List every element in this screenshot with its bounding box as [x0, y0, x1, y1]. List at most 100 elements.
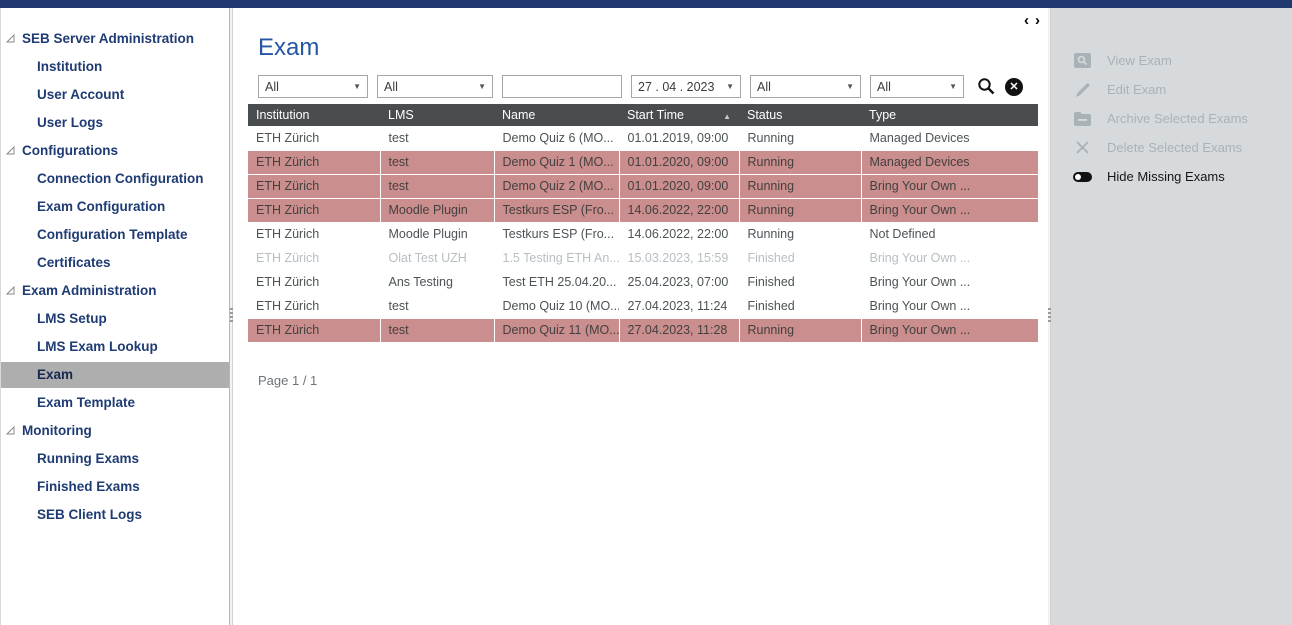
cell-lms: Moodle Plugin [380, 222, 494, 246]
action-label: Delete Selected Exams [1107, 140, 1242, 155]
sidebar-item-label: User Logs [37, 115, 103, 130]
view-exam-button[interactable]: View Exam [1051, 46, 1292, 75]
table-row-selected[interactable]: ETH Zürich test Demo Quiz 2 (MO... 01.01… [248, 174, 1038, 198]
clear-filter-button[interactable]: ✕ [1005, 78, 1023, 96]
sidebar-item-running-exams[interactable]: Running Exams [1, 446, 229, 472]
name-filter-input[interactable] [509, 80, 615, 94]
action-label: View Exam [1107, 53, 1172, 68]
start-time-filter-date[interactable]: 27 . 04 . 2023 ▼ [631, 75, 741, 98]
toggle-icon [1073, 172, 1092, 182]
type-filter-value: All [877, 80, 891, 94]
apply-filter-button[interactable] [977, 77, 996, 96]
sidebar-item-label: LMS Exam Lookup [37, 339, 158, 354]
search-icon [977, 77, 996, 96]
sidebar-item-finished-exams[interactable]: Finished Exams [1, 474, 229, 500]
tree-expand-icon[interactable] [6, 34, 15, 43]
delete-selected-exams-button[interactable]: Delete Selected Exams [1051, 133, 1292, 162]
type-filter-select[interactable]: All ▼ [870, 75, 964, 98]
chevron-down-icon: ▼ [949, 82, 957, 91]
hide-missing-exams-toggle[interactable]: Hide Missing Exams [1051, 162, 1292, 191]
chevron-down-icon: ▼ [846, 82, 854, 91]
archive-folder-icon [1073, 112, 1092, 126]
filter-row: All ▼ All ▼ 27 . 04 . 2023 ▼ All ▼ All ▼ [258, 75, 1048, 98]
table-row-selected[interactable]: ETH Zürich Moodle Plugin Testkurs ESP (F… [248, 198, 1038, 222]
cell-lms: Moodle Plugin [380, 198, 494, 222]
chevron-down-icon: ▼ [353, 82, 361, 91]
sidebar-item-lms-setup[interactable]: LMS Setup [1, 306, 229, 332]
cell-type: Managed Devices [861, 150, 1038, 174]
cell-lms: test [380, 150, 494, 174]
sidebar-item-label: Running Exams [37, 451, 139, 466]
sidebar-item-label: Connection Configuration [37, 171, 203, 186]
table-row[interactable]: ETH Zürich test Demo Quiz 10 (MO... 27.0… [248, 294, 1038, 318]
sidebar-section-configurations[interactable]: Configurations [1, 138, 229, 164]
sidebar-item-connection-configuration[interactable]: Connection Configuration [1, 166, 229, 192]
cell-lms: test [380, 294, 494, 318]
cell-status: Running [739, 222, 861, 246]
cell-institution: ETH Zürich [248, 246, 380, 270]
sidebar-item-user-logs[interactable]: User Logs [1, 110, 229, 136]
cell-start-time: 01.01.2019, 09:00 [619, 126, 739, 150]
column-header-start-time[interactable]: Start Time ▲ [619, 104, 739, 126]
tab-scroll-left-icon[interactable]: ‹ [1024, 14, 1029, 28]
sidebar-item-label: Exam Configuration [37, 199, 165, 214]
cell-start-time: 01.01.2020, 09:00 [619, 150, 739, 174]
tab-scroll-right-icon[interactable]: › [1035, 14, 1040, 28]
cell-institution: ETH Zürich [248, 318, 380, 342]
sidebar-item-exam-configuration[interactable]: Exam Configuration [1, 194, 229, 220]
table-row-selected[interactable]: ETH Zürich test Demo Quiz 1 (MO... 01.01… [248, 150, 1038, 174]
action-panel-splitter[interactable] [1048, 8, 1051, 625]
cell-institution: ETH Zürich [248, 222, 380, 246]
splitter-grip-icon [1048, 308, 1051, 322]
archive-selected-exams-button[interactable]: Archive Selected Exams [1051, 104, 1292, 133]
table-header-row: Institution LMS Name Start Time ▲ Status… [248, 104, 1038, 126]
sidebar-item-seb-client-logs[interactable]: SEB Client Logs [1, 502, 229, 528]
column-header-lms[interactable]: LMS [380, 104, 494, 126]
status-filter-value: All [757, 80, 771, 94]
lms-filter-select[interactable]: All ▼ [377, 75, 493, 98]
cell-status: Running [739, 198, 861, 222]
close-icon [1073, 141, 1092, 154]
tree-expand-icon[interactable] [6, 286, 15, 295]
action-panel: View Exam Edit Exam Archive Selected Exa… [1051, 8, 1292, 625]
cell-type: Bring Your Own ... [861, 174, 1038, 198]
view-magnifier-icon [1073, 53, 1092, 68]
status-filter-select[interactable]: All ▼ [750, 75, 861, 98]
cell-lms: test [380, 126, 494, 150]
column-header-type[interactable]: Type [861, 104, 1038, 126]
table-row[interactable]: ETH Zürich test Demo Quiz 6 (MO... 01.01… [248, 126, 1038, 150]
edit-exam-button[interactable]: Edit Exam [1051, 75, 1292, 104]
institution-filter-select[interactable]: All ▼ [258, 75, 368, 98]
table-row[interactable]: ETH Zürich Ans Testing Test ETH 25.04.20… [248, 270, 1038, 294]
column-header-status[interactable]: Status [739, 104, 861, 126]
tree-expand-icon[interactable] [6, 426, 15, 435]
sidebar-item-label: Exam [37, 367, 73, 382]
column-header-name[interactable]: Name [494, 104, 619, 126]
sidebar-item-exam-selected[interactable]: Exam [1, 362, 229, 388]
sidebar-item-configuration-template[interactable]: Configuration Template [1, 222, 229, 248]
action-label: Edit Exam [1107, 82, 1166, 97]
sidebar-item-lms-exam-lookup[interactable]: LMS Exam Lookup [1, 334, 229, 360]
table-row[interactable]: ETH Zürich Moodle Plugin Testkurs ESP (F… [248, 222, 1038, 246]
cell-institution: ETH Zürich [248, 126, 380, 150]
table-row-selected[interactable]: ETH Zürich test Demo Quiz 11 (MO... 27.0… [248, 318, 1038, 342]
sidebar-item-certificates[interactable]: Certificates [1, 250, 229, 276]
table-row-missing[interactable]: ETH Zürich Olat Test UZH 1.5 Testing ETH… [248, 246, 1038, 270]
navigation-sidebar: SEB Server Administration Institution Us… [1, 8, 230, 625]
cell-status: Finished [739, 270, 861, 294]
sidebar-section-label: SEB Server Administration [22, 31, 194, 46]
cell-start-time: 01.01.2020, 09:00 [619, 174, 739, 198]
sidebar-item-exam-template[interactable]: Exam Template [1, 390, 229, 416]
sidebar-section-exam-administration[interactable]: Exam Administration [1, 278, 229, 304]
sidebar-item-institution[interactable]: Institution [1, 54, 229, 80]
sidebar-section-monitoring[interactable]: Monitoring [1, 418, 229, 444]
sidebar-section-label: Exam Administration [22, 283, 157, 298]
column-header-institution[interactable]: Institution [248, 104, 380, 126]
main-content: ‹ › Exam All ▼ All ▼ 27 . 04 . 2023 ▼ Al… [233, 8, 1048, 625]
cell-start-time: 27.04.2023, 11:24 [619, 294, 739, 318]
sidebar-section-seb-server-administration[interactable]: SEB Server Administration [1, 26, 229, 52]
sidebar-item-label: Configuration Template [37, 227, 188, 242]
tree-expand-icon[interactable] [6, 146, 15, 155]
cell-institution: ETH Zürich [248, 150, 380, 174]
sidebar-item-user-account[interactable]: User Account [1, 82, 229, 108]
